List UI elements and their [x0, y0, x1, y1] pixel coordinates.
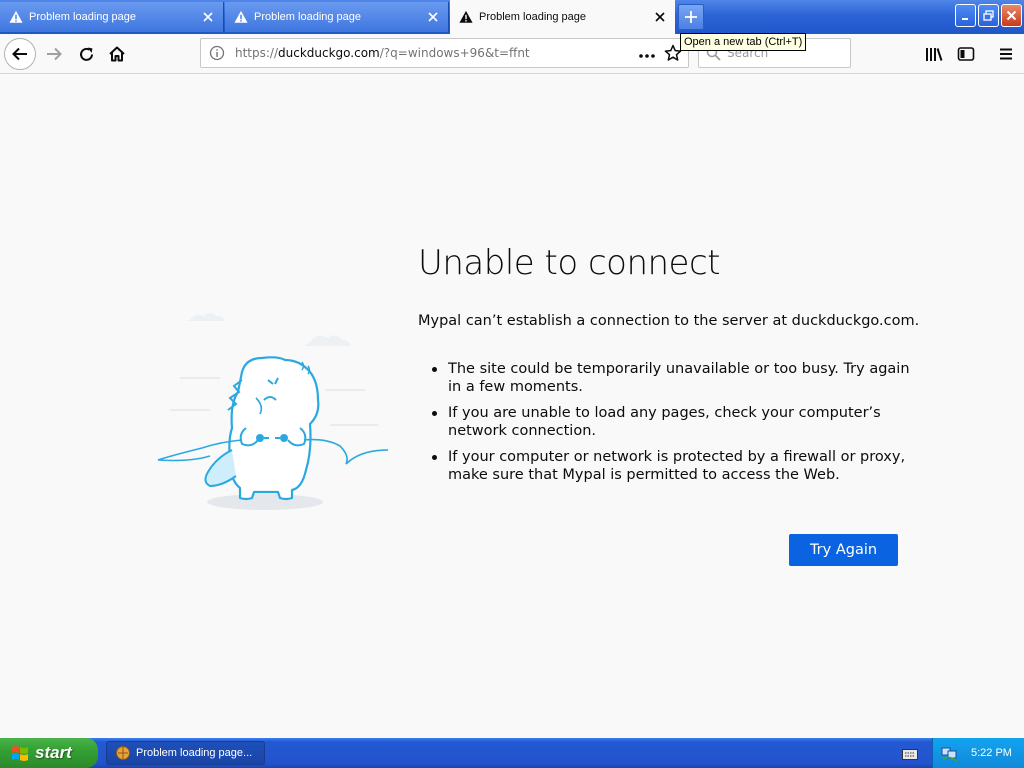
- forward-arrow-icon: [47, 47, 62, 61]
- info-icon[interactable]: [209, 45, 225, 61]
- url-bar[interactable]: https://duckduckgo.com/?q=windows+96&t=f…: [200, 38, 689, 68]
- clock: 5:22 PM: [971, 747, 1012, 759]
- error-description: Mypal can’t establish a connection to th…: [418, 313, 920, 329]
- back-button[interactable]: [4, 38, 36, 70]
- tab-title: Problem loading page: [254, 11, 362, 23]
- tab-1[interactable]: Problem loading page: [0, 2, 224, 32]
- tab-title: Problem loading page: [479, 11, 587, 23]
- sidebar-icon: [957, 47, 975, 61]
- minimize-button[interactable]: [955, 4, 976, 27]
- windows-logo-icon: [12, 746, 28, 761]
- browser-app-icon: [116, 746, 130, 760]
- keyboard-icon[interactable]: [902, 746, 918, 765]
- back-arrow-icon: [12, 47, 27, 61]
- warning-icon: [9, 10, 23, 23]
- restore-icon: [983, 10, 994, 21]
- minimize-icon: [961, 17, 968, 20]
- warning-icon: [459, 10, 473, 23]
- close-window-button[interactable]: [1001, 4, 1022, 27]
- system-tray: 5:22 PM: [932, 738, 1024, 768]
- start-button[interactable]: start: [0, 738, 98, 768]
- start-label: start: [35, 743, 72, 762]
- forward-button[interactable]: [38, 38, 70, 70]
- error-suggestions-list: The site could be temporarily unavailabl…: [432, 360, 912, 492]
- taskbar-item-browser[interactable]: Problem loading page...: [106, 741, 265, 765]
- try-again-button[interactable]: Try Again: [789, 534, 898, 566]
- new-tab-button[interactable]: [678, 4, 704, 30]
- list-item: If your computer or network is protected…: [432, 448, 912, 484]
- home-button[interactable]: [101, 38, 133, 70]
- reload-icon: [79, 47, 93, 61]
- tab-3-active[interactable]: Problem loading page: [450, 0, 675, 34]
- disconnected-dinosaur-illustration: [157, 313, 389, 510]
- url-scheme: https://: [235, 46, 279, 60]
- error-page: Unable to connect Mypal can’t establish …: [0, 75, 1024, 738]
- taskbar: start Problem loading page... 5:22 PM: [0, 738, 1024, 768]
- warning-icon: [234, 10, 248, 23]
- restore-button[interactable]: [978, 4, 999, 27]
- library-button[interactable]: [918, 38, 950, 70]
- plus-icon: [685, 11, 697, 23]
- hamburger-menu-icon: [1000, 48, 1012, 60]
- reload-button[interactable]: [70, 38, 102, 70]
- tab-title: Problem loading page: [29, 11, 137, 23]
- new-tab-tooltip: Open a new tab (Ctrl+T): [680, 33, 807, 51]
- navigation-toolbar: https://duckduckgo.com/?q=windows+96&t=f…: [0, 34, 1024, 74]
- url-path: /?q=windows+96&t=ffnt: [379, 46, 530, 60]
- error-title: Unable to connect: [418, 243, 721, 283]
- list-item: The site could be temporarily unavailabl…: [432, 360, 912, 396]
- close-tab-icon[interactable]: [426, 10, 440, 24]
- close-icon: [1006, 10, 1017, 21]
- menu-button[interactable]: [990, 38, 1022, 70]
- home-icon: [109, 46, 125, 62]
- sidebar-button[interactable]: [950, 38, 982, 70]
- list-item: If you are unable to load any pages, che…: [432, 404, 912, 440]
- url-host: duckduckgo.com: [278, 46, 380, 60]
- tab-2[interactable]: Problem loading page: [225, 2, 449, 32]
- tab-strip: Problem loading page Problem loading pag…: [0, 0, 1024, 34]
- library-icon: [926, 48, 943, 61]
- page-actions-icon[interactable]: [638, 47, 656, 66]
- network-icon[interactable]: [941, 745, 959, 761]
- close-tab-icon[interactable]: [653, 10, 667, 24]
- url-text[interactable]: https://duckduckgo.com/?q=windows+96&t=f…: [235, 46, 530, 60]
- taskbar-item-label: Problem loading page...: [136, 747, 253, 759]
- close-tab-icon[interactable]: [201, 10, 215, 24]
